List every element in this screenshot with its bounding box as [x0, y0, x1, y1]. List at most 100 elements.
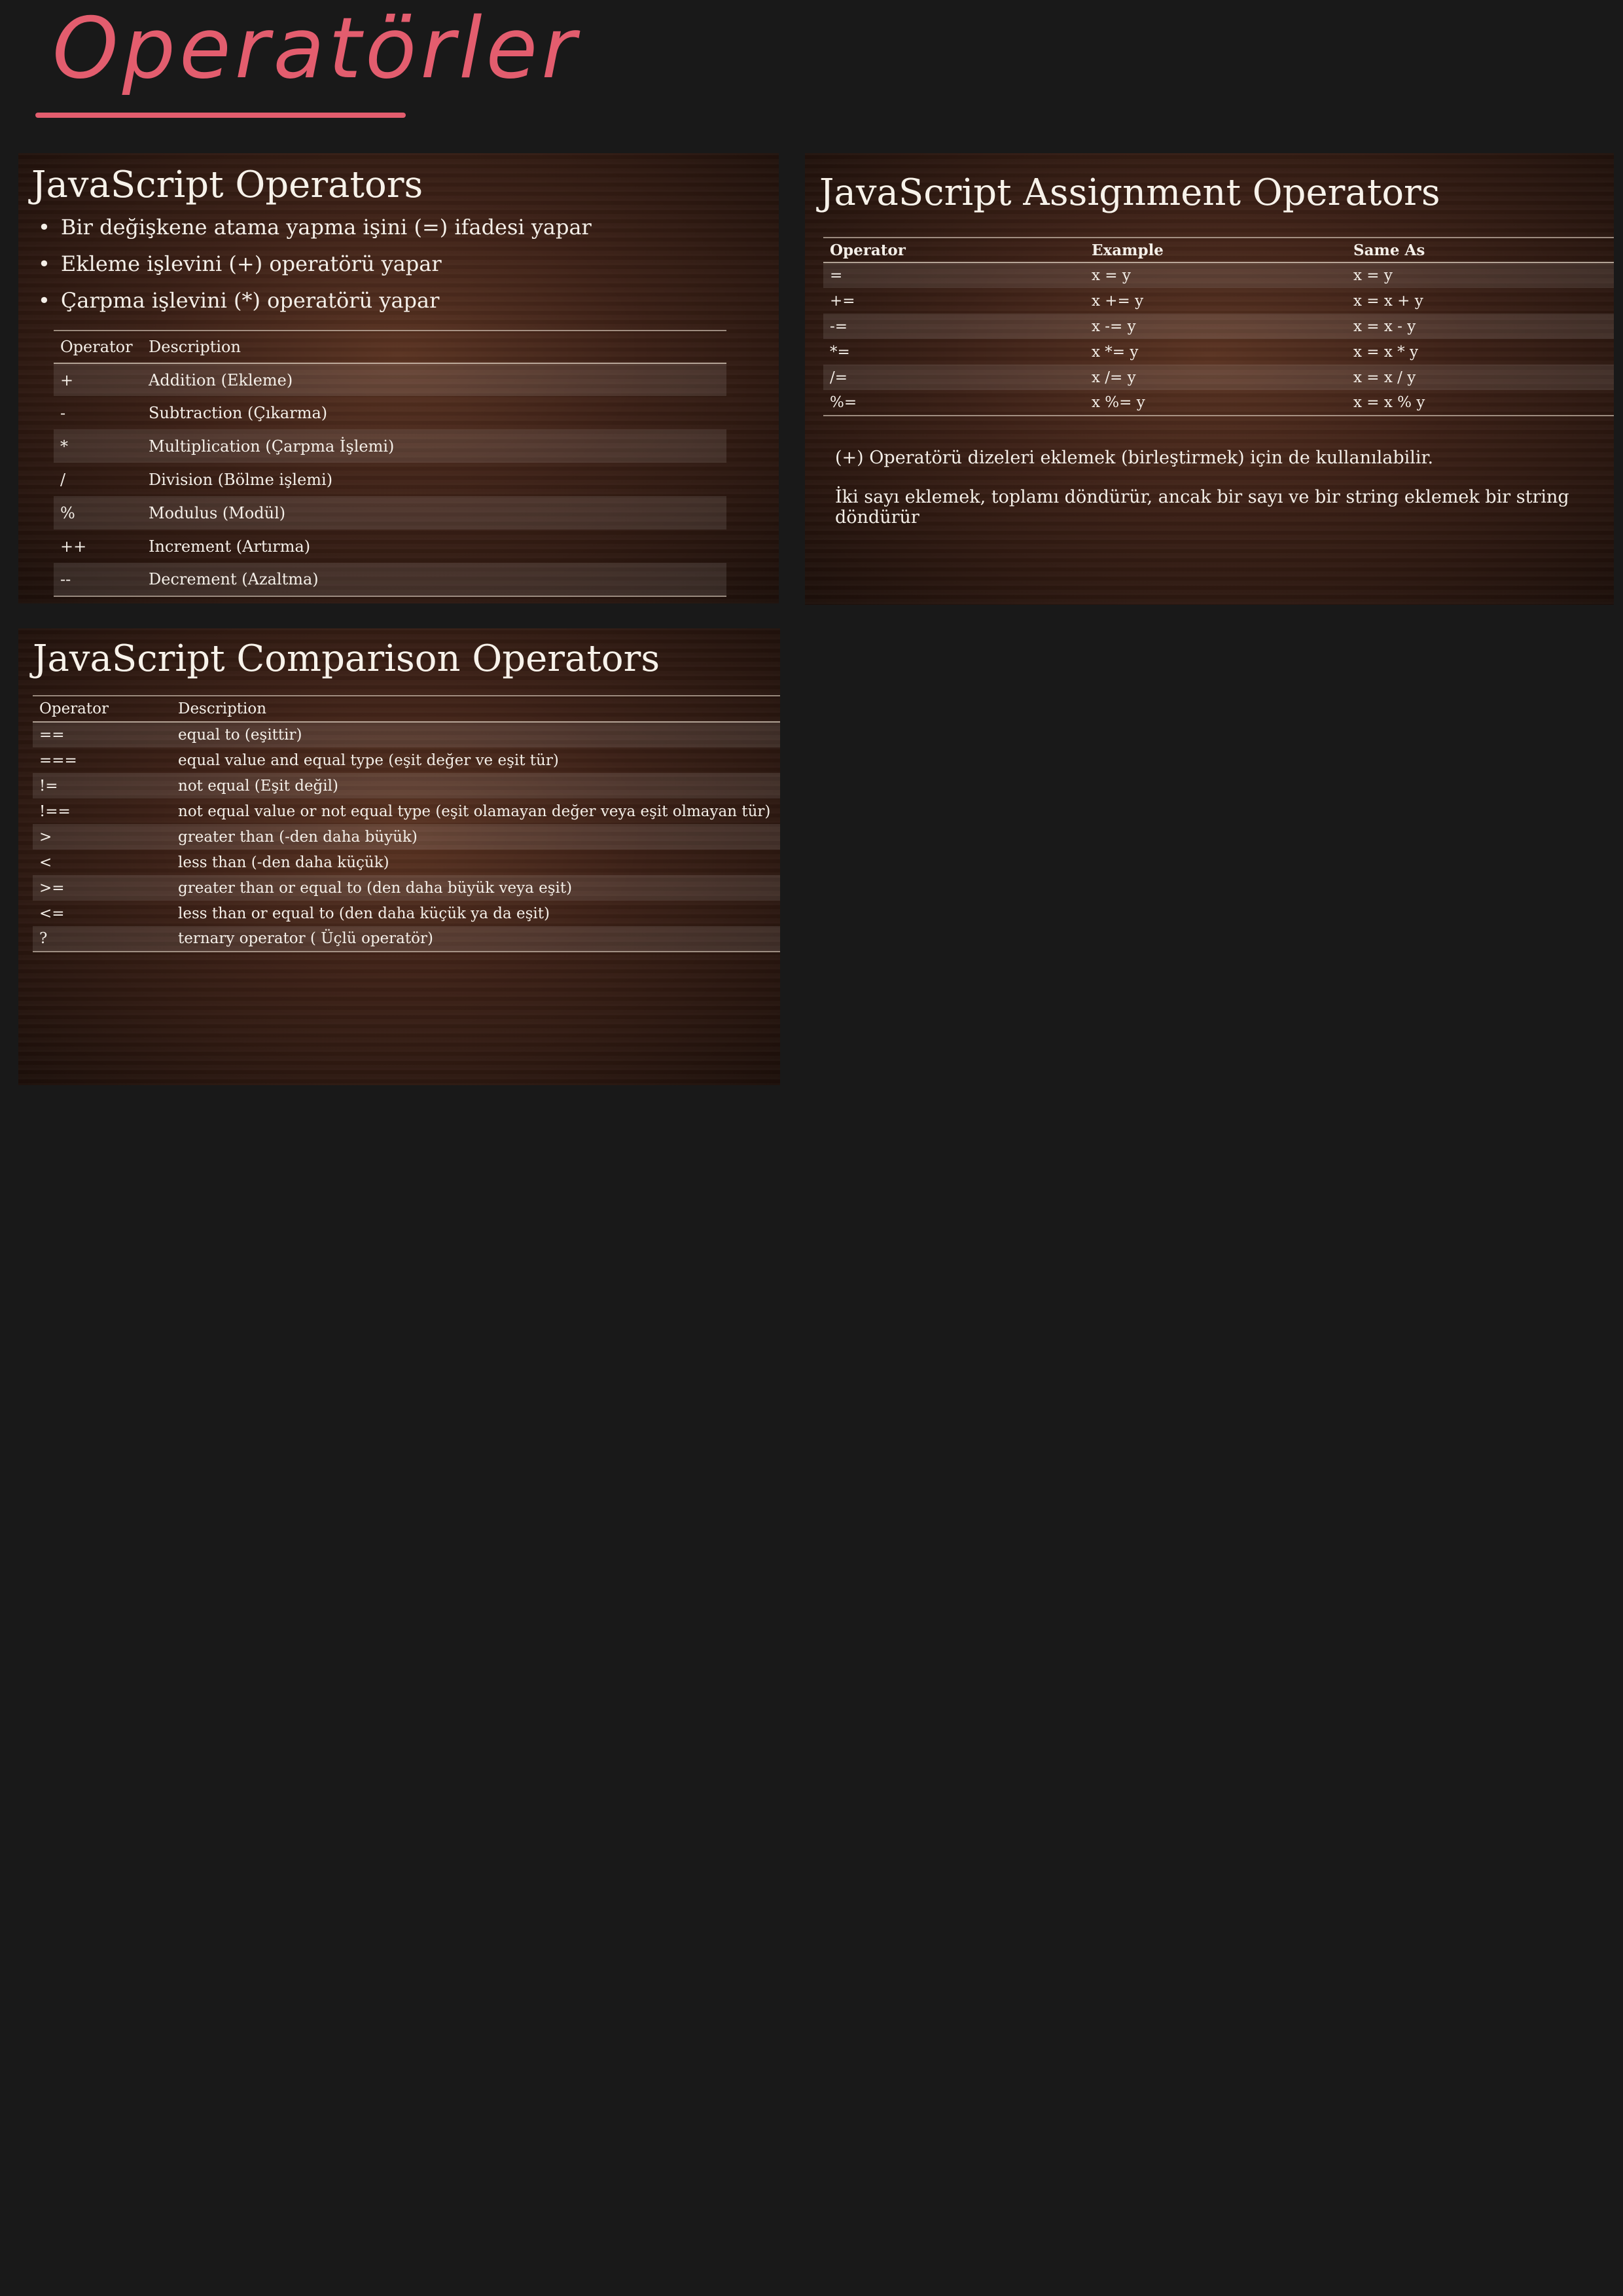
column-header: Operator [823, 238, 1085, 263]
bullet-dot: • [38, 288, 50, 313]
table-row: === equal value and equal type (eşit değe… [33, 747, 780, 773]
table-cell: x /= y [1085, 365, 1347, 390]
table-cell: Decrement (Azaltma) [142, 563, 726, 596]
slide-javascript-operators: JavaScript Operators • Bir değişkene atam… [18, 153, 779, 603]
table-cell: Subtraction (Çıkarma) [149, 403, 328, 422]
operator-cell: * [54, 429, 142, 463]
bullet-item: • Ekleme işlevini (+) operatörü yapar [38, 251, 442, 276]
table-cell: Increment (Artırma) [149, 537, 311, 556]
column-header: Same As [1347, 238, 1614, 263]
table-row: = x = yx = y [823, 262, 1614, 288]
table-cell: not equal value or not equal type (eşit … [178, 802, 771, 820]
table-cell: ternary operator ( Üçlü operatör) [171, 926, 780, 952]
table-cell: equal value and equal type (eşit değer v… [178, 751, 559, 769]
table-row: ? ternary operator ( Üçlü operatör) [33, 926, 780, 952]
slide-comparison-operators: JavaScript Comparison Operators Operator… [18, 628, 780, 1085]
table-row: > greater than (-den daha büyük) [33, 824, 780, 850]
bullet-text: Bir değişkene atama yapma işini (=) ifad… [60, 215, 592, 240]
table-row: - Subtraction (Çıkarma) [54, 396, 726, 429]
slide-heading: JavaScript Assignment Operators [819, 171, 1440, 214]
table-row: /= x /= yx = x / y [823, 365, 1614, 390]
bullet-text: Çarpma işlevini (*) operatörü yapar [60, 288, 440, 313]
table-row: == equal to (eşittir) [33, 722, 780, 747]
operators-table: Operator Description + Addition (Ekleme) … [54, 330, 726, 597]
table-cell: Multiplication (Çarpma İşlemi) [142, 429, 726, 463]
table-cell: x = x + y [1353, 292, 1423, 310]
table-row: < less than (-den daha küçük) [33, 850, 780, 875]
slide-heading: JavaScript Comparison Operators [33, 637, 660, 680]
table-cell: greater than or equal to (den daha büyük… [171, 875, 780, 901]
column-header: Operator [54, 331, 142, 364]
note-text: (+) Operatörü dizeleri eklemek (birleşti… [835, 448, 1434, 468]
bullet-dot: • [38, 215, 50, 240]
table-row: / Division (Bölme işlemi) [54, 463, 726, 496]
column-header: Operator [33, 696, 171, 723]
table-row: % Modulus (Modül) [54, 496, 726, 529]
operator-cell: / [60, 470, 66, 489]
operator-cell: -= [823, 314, 1085, 339]
operator-cell: != [33, 773, 171, 798]
operator-cell: -- [54, 563, 142, 596]
operator-cell: % [54, 496, 142, 529]
page-title: Operatörler [52, 0, 580, 98]
table-cell: less than or equal to (den daha küçük ya… [178, 905, 550, 922]
operator-cell: /= [823, 365, 1085, 390]
operator-cell: == [33, 722, 171, 747]
table-row: += x += y x = x + y [823, 288, 1614, 314]
operator-cell: === [39, 751, 77, 769]
slide-heading: JavaScript Operators [31, 164, 423, 206]
table-cell: x *= y [1092, 343, 1139, 361]
comparison-table: Operator Description == equal to (eşittir… [33, 695, 780, 952]
table-row: -= x -= yx = x - y [823, 314, 1614, 339]
table-cell: x -= y [1085, 314, 1347, 339]
table-cell: not equal (Eşit değil) [171, 773, 780, 798]
operator-cell: ++ [60, 537, 87, 556]
bullet-text: Ekleme işlevini (+) operatörü yapar [60, 251, 442, 276]
table-cell: x = y [1347, 262, 1614, 288]
table-row: + Addition (Ekleme) [54, 363, 726, 396]
table-cell: greater than (-den daha büyük) [171, 824, 780, 850]
bullet-item: • Çarpma işlevini (*) operatörü yapar [38, 288, 439, 313]
table-cell: less than (-den daha küçük) [178, 853, 389, 871]
table-row: *= x *= y x = x * y [823, 339, 1614, 365]
table-cell: Division (Bölme işlemi) [149, 470, 333, 489]
operator-cell: < [39, 853, 52, 871]
table-row: != not equal (Eşit değil) [33, 773, 780, 798]
column-header: Example [1085, 238, 1347, 263]
table-cell: x = y [1085, 262, 1347, 288]
table-row: >= greater than or equal to (den daha büy… [33, 875, 780, 901]
slide-assignment-operators: JavaScript Assignment Operators Operator… [805, 153, 1614, 605]
table-cell: equal to (eşittir) [171, 722, 780, 747]
operator-cell: *= [830, 343, 850, 361]
operator-cell: + [54, 363, 142, 396]
operator-cell: %= [830, 394, 857, 411]
table-cell: x = x % y [1353, 394, 1425, 411]
assignment-table: Operator Example Same As = x = yx = y += x… [823, 237, 1614, 416]
table-cell: x = x / y [1347, 365, 1614, 390]
note-text: İki sayı eklemek, toplamı döndürür, anca… [835, 487, 1569, 528]
table-cell: Modulus (Modül) [142, 496, 726, 529]
table-cell: x += y [1092, 292, 1144, 310]
table-cell: x = x * y [1353, 343, 1418, 361]
operator-cell: !== [39, 802, 71, 820]
operator-cell: >= [33, 875, 171, 901]
column-header: Description [171, 696, 780, 723]
table-row: * Multiplication (Çarpma İşlemi) [54, 429, 726, 463]
operator-cell: > [33, 824, 171, 850]
table-row: <= less than or equal to (den daha küçük … [33, 901, 780, 926]
column-header: Description [142, 331, 726, 364]
table-row: -- Decrement (Azaltma) [54, 563, 726, 596]
table-row: ++ Increment (Artırma) [54, 529, 726, 563]
title-underline [35, 113, 406, 118]
table-row: !== not equal value or not equal type (eş… [33, 798, 780, 824]
operator-cell: ? [33, 926, 171, 952]
operator-cell: = [823, 262, 1085, 288]
table-cell: Addition (Ekleme) [142, 363, 726, 396]
operator-cell: += [830, 292, 855, 310]
operator-cell: <= [39, 905, 65, 922]
table-cell: x %= y [1092, 394, 1145, 411]
operator-cell: - [60, 403, 66, 422]
bullet-dot: • [38, 251, 50, 276]
bullet-item: • Bir değişkene atama yapma işini (=) ifa… [38, 215, 592, 240]
table-row: %= x %= y x = x % y [823, 390, 1614, 416]
